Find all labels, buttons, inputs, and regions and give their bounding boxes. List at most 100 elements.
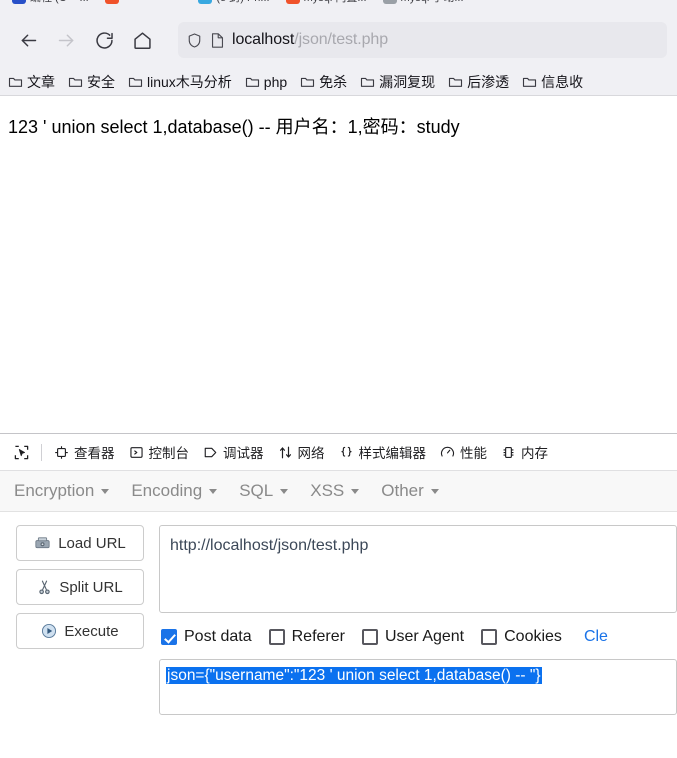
checkbox-label: Post data: [184, 628, 252, 645]
hackbar-menu-label: XSS: [310, 481, 345, 500]
performance-icon: [440, 445, 455, 460]
memory-icon: [501, 445, 516, 460]
referer-checkbox[interactable]: Referer: [268, 628, 345, 646]
post-data-input[interactable]: json={"username":"123 ' union select 1,d…: [159, 659, 677, 715]
devtools-tab-label: 调试器: [223, 446, 264, 461]
execute-button[interactable]: Execute: [16, 613, 144, 649]
hackbar-options-row: Post data Referer User Agent Cookies Cle: [159, 613, 677, 659]
tab-favicon-icon: [198, 0, 213, 4]
chevron-down-icon: [430, 488, 439, 494]
cookies-checkbox[interactable]: Cookies: [481, 628, 562, 646]
checkbox-label: Referer: [291, 628, 345, 645]
bookmark-item[interactable]: 信息收: [522, 72, 583, 92]
forward-button[interactable]: [48, 22, 84, 58]
bookmark-item[interactable]: linux木马分析: [128, 72, 232, 92]
shield-icon: [186, 32, 203, 49]
bookmark-label: 漏洞复现: [379, 73, 436, 90]
url-bar[interactable]: localhost/json/test.php: [178, 22, 667, 58]
folder-icon: [449, 77, 463, 87]
checkbox-label: User Agent: [384, 628, 465, 645]
scissors-icon: [37, 579, 52, 595]
devtools-tab-console[interactable]: 控制台: [122, 438, 197, 466]
hackbar-body: Load URL Split URL Execute http://localh…: [0, 512, 677, 736]
hackbar-menu-label: SQL: [239, 481, 274, 500]
network-icon: [278, 445, 293, 460]
checkbox-box[interactable]: [268, 629, 285, 645]
devtools-tab-performance[interactable]: 性能: [433, 438, 494, 466]
page-content: 123 ' union select 1,database() -- 用户名：1…: [0, 96, 677, 433]
tab-title: mysql 手动...: [401, 0, 464, 5]
bookmark-label: 信息收: [541, 73, 584, 90]
hackbar-menu-encryption[interactable]: Encryption: [14, 481, 110, 501]
bookmark-item[interactable]: 安全: [68, 72, 115, 92]
hackbar-menu-encoding[interactable]: Encoding: [131, 481, 218, 501]
hackbar-action-buttons: Load URL Split URL Execute: [16, 525, 144, 736]
user-agent-checkbox[interactable]: User Agent: [361, 628, 465, 646]
browser-tab[interactable]: Web Secu...: [97, 0, 191, 12]
browser-tab[interactable]: mysql 手动...: [375, 0, 472, 12]
page-icon: [210, 32, 225, 49]
bookmark-label: php: [263, 73, 288, 90]
tab-title: (5 封) Ph...: [216, 0, 269, 5]
post-data-selected-text: json={"username":"123 ' union select 1,d…: [166, 667, 542, 684]
hackbar-menu-label: Encoding: [131, 481, 203, 500]
hackbar-menu-sql[interactable]: SQL: [239, 481, 289, 501]
element-picker-icon[interactable]: [6, 438, 36, 466]
url-path: /json/test.php: [294, 31, 389, 48]
devtools-tab-label: 控制台: [148, 446, 190, 461]
checkbox-box[interactable]: [161, 629, 177, 645]
post-data-checkbox[interactable]: Post data: [161, 628, 252, 646]
load-url-button[interactable]: Load URL: [16, 525, 144, 561]
url-text: localhost/json/test.php: [232, 31, 388, 49]
hackbar-menu-other[interactable]: Other: [381, 481, 439, 501]
hackbar-fields: Post data Referer User Agent Cookies C: [159, 525, 677, 736]
tab-strip: 编程 (C++... Web Secu... (5 封) Ph... mysql…: [0, 0, 677, 12]
navigation-toolbar: localhost/json/test.php: [0, 12, 677, 68]
back-button[interactable]: [10, 22, 46, 58]
devtools-tab-memory[interactable]: 内存: [494, 438, 555, 466]
hackbar-panel: Encryption Encoding SQL XSS Other Load U…: [0, 471, 677, 736]
bookmark-item[interactable]: php: [245, 74, 287, 90]
chevron-down-icon: [280, 488, 289, 494]
tab-title: Web Secu...: [123, 0, 183, 3]
tab-favicon-icon: [382, 0, 397, 4]
bookmark-item[interactable]: 免杀: [300, 72, 347, 92]
bookmarks-bar: 文章 安全 linux木马分析 php 免杀 漏洞复现 后渗透 信息收: [0, 68, 677, 96]
tab-favicon-icon: [104, 0, 119, 4]
browser-tab[interactable]: (5 封) Ph...: [190, 0, 277, 12]
devtools-tab-style-editor[interactable]: 样式编辑器: [332, 438, 434, 466]
bookmark-label: 后渗透: [467, 73, 510, 90]
devtools-tab-debugger[interactable]: 调试器: [196, 438, 271, 466]
clear-all-link[interactable]: Cle: [584, 628, 608, 646]
devtools-tab-label: 查看器: [74, 446, 115, 461]
folder-icon: [523, 77, 537, 87]
reload-button[interactable]: [86, 22, 122, 58]
home-button[interactable]: [124, 22, 160, 58]
style-editor-icon: [339, 445, 354, 460]
tab-title: mysql 内置...: [304, 0, 367, 5]
bookmark-item[interactable]: 漏洞复现: [360, 72, 435, 92]
debugger-icon: [203, 445, 218, 460]
devtools-tab-network[interactable]: 网络: [271, 438, 332, 466]
split-url-button[interactable]: Split URL: [16, 569, 144, 605]
checkbox-box[interactable]: [361, 629, 378, 645]
button-label: Split URL: [59, 578, 123, 596]
folder-icon: [8, 77, 23, 87]
devtools-tab-label: 网络: [297, 446, 325, 461]
devtools-tab-inspector[interactable]: 查看器: [47, 438, 122, 466]
folder-icon: [68, 77, 83, 87]
devtools-tab-label: 性能: [460, 446, 487, 461]
bookmark-item[interactable]: 后渗透: [448, 72, 509, 92]
devtools-tab-label: 样式编辑器: [358, 446, 427, 461]
button-label: Load URL: [58, 534, 126, 552]
url-input[interactable]: [159, 525, 677, 613]
checkbox-box[interactable]: [481, 629, 498, 645]
hackbar-menu-xss[interactable]: XSS: [310, 481, 360, 501]
browser-tab[interactable]: mysql 内置...: [278, 0, 375, 12]
bookmark-item[interactable]: 文章: [8, 72, 55, 92]
folder-icon: [128, 77, 143, 87]
browser-tab[interactable]: 编程 (C++...: [4, 0, 97, 12]
url-host: localhost: [232, 31, 295, 48]
hackbar-menu-label: Encryption: [14, 481, 95, 500]
chevron-down-icon: [209, 488, 218, 494]
